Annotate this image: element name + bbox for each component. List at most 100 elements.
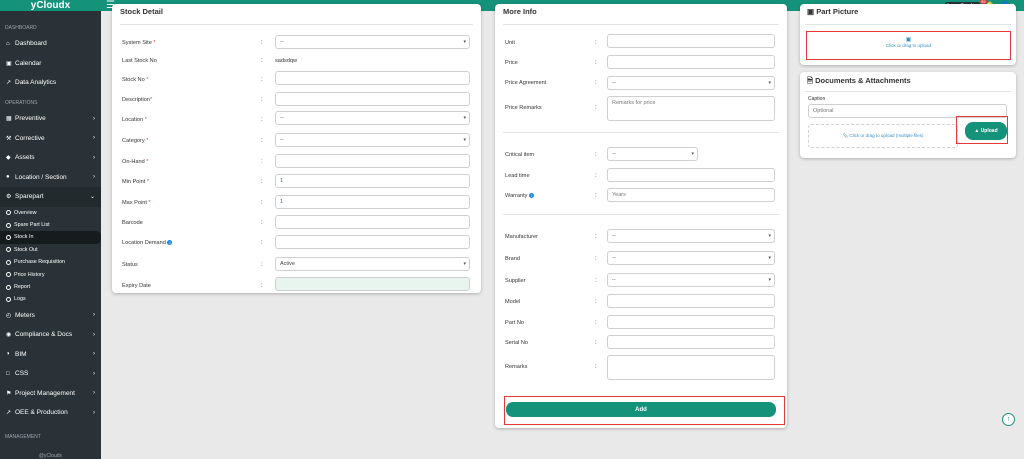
sidebar-item-corrective[interactable]: ⚒ Corrective › <box>0 129 101 149</box>
stock-no-input[interactable] <box>275 71 470 85</box>
sidebar-item-project-management[interactable]: ⚑ Project Management › <box>0 384 101 404</box>
sidebar-item-data-analytics[interactable]: ↗ Data Analytics <box>0 73 101 93</box>
chevron-right-icon: › <box>93 135 95 142</box>
category-select[interactable]: -- <box>275 133 470 147</box>
price-agreement-label: Price Agreement <box>505 80 547 86</box>
lead-time-label: Lead time <box>505 173 530 179</box>
sidebar-sub-report[interactable]: Report <box>0 281 101 293</box>
part-no-label: Part No <box>505 320 524 326</box>
brand-label: Brand <box>505 256 520 262</box>
description-label: Description* <box>122 97 153 103</box>
brand-logo[interactable]: yCloudx <box>0 0 101 11</box>
manufacturer-label: Manufacturer <box>505 234 538 240</box>
status-select[interactable]: Active <box>275 257 470 271</box>
sidebar-item-preventive[interactable]: ▦ Preventive › <box>0 109 101 129</box>
sidebar-sub-spare-part-list[interactable]: Spare Part List <box>0 219 101 231</box>
sidebar-item-dashboard[interactable]: ⌂ Dashboard <box>0 34 101 54</box>
sidebar-sub-price-history[interactable]: Price History <box>0 268 101 280</box>
cube-icon: ◑ <box>6 351 10 358</box>
scroll-to-top-icon[interactable]: ↑ <box>1002 413 1015 426</box>
documents-title: 🗎 Documents & Attachments <box>807 76 911 85</box>
sidebar-sub-logs[interactable]: Logs <box>0 293 101 305</box>
sidebar-item-location[interactable]: ● Location / Section › <box>0 168 101 188</box>
chevron-right-icon: › <box>93 154 95 161</box>
circle-icon <box>6 234 11 240</box>
serial-no-input[interactable] <box>607 335 775 349</box>
supplier-label: Supplier <box>505 278 526 284</box>
sidebar-item-oee[interactable]: ↗ OEE & Production › <box>0 403 101 423</box>
remarks-textarea[interactable] <box>607 355 775 380</box>
section-operations: OPERATIONS <box>5 100 38 106</box>
price-input[interactable] <box>607 55 775 69</box>
add-button[interactable]: Add <box>506 402 776 417</box>
max-point-input[interactable]: 1 <box>275 195 470 209</box>
camera-icon: ▣ <box>807 7 815 16</box>
chevron-right-icon: › <box>93 370 95 377</box>
circle-icon <box>6 272 11 278</box>
sidebar-item-meters[interactable]: ◴ Meters › <box>0 306 101 326</box>
sidebar-sub-stock-out[interactable]: Stock Out <box>0 244 101 256</box>
part-picture-title: ▣ Part Picture <box>807 7 859 16</box>
upload-icon: ▲ <box>974 128 980 134</box>
warranty-input[interactable]: Years <box>607 188 775 202</box>
min-point-input[interactable]: 1 <box>275 174 470 188</box>
expiry-date-label: Expiry Date <box>122 283 151 289</box>
critical-item-select[interactable]: -- <box>607 147 698 161</box>
documents-dropzone[interactable]: 📎 Click or drag to upload (multiple file… <box>808 124 958 148</box>
sidebar-item-sparepart[interactable]: ⚙ Sparepart ⌄ <box>0 187 101 207</box>
wrench-icon: ⚒ <box>6 135 12 142</box>
sidebar-item-calendar[interactable]: ▣ Calendar <box>0 54 101 74</box>
price-remarks-textarea[interactable]: Remarks for price <box>607 96 775 121</box>
unit-input[interactable] <box>607 34 775 48</box>
sidebar-item-css[interactable]: □ CSS › <box>0 364 101 384</box>
divider <box>503 214 779 215</box>
part-no-input[interactable] <box>607 315 775 329</box>
chevron-right-icon: › <box>93 390 95 397</box>
chevron-right-icon: › <box>93 351 95 358</box>
brand-select[interactable]: -- <box>607 251 775 265</box>
calendar-check-icon: ▦ <box>6 116 12 123</box>
max-point-label: Max Point * <box>122 200 151 206</box>
location-demand-input[interactable] <box>275 235 470 249</box>
sidebar-sub-purchase-requisition[interactable]: Purchase Requisition <box>0 256 101 268</box>
section-management: MANAGEMENT <box>5 434 41 440</box>
description-input[interactable] <box>275 92 470 106</box>
part-picture-dropzone[interactable]: ▣ Click or drag to upload <box>809 34 1008 57</box>
window-icon: □ <box>6 370 10 377</box>
circle-icon <box>6 284 11 290</box>
model-input[interactable] <box>607 294 775 308</box>
chevron-right-icon: › <box>93 115 95 122</box>
supplier-select[interactable]: -- <box>607 273 775 287</box>
documents-card: 🗎 Documents & Attachments Caption Option… <box>800 72 1016 158</box>
circle-icon <box>6 296 11 302</box>
more-info-title: More Info <box>503 7 537 16</box>
more-info-card: More Info Unit : Price : Price Agreement… <box>495 4 787 428</box>
calendar-icon: ▣ <box>6 60 12 67</box>
chevron-right-icon: › <box>93 409 95 416</box>
document-icon: 🗎 <box>807 76 814 85</box>
sidebar-item-compliance[interactable]: ◉ Compliance & Docs › <box>0 325 101 345</box>
info-icon[interactable]: i <box>167 240 173 246</box>
shield-icon: ◉ <box>6 332 12 339</box>
expiry-date-input[interactable] <box>275 277 470 291</box>
sidebar-sub-overview[interactable]: Overview <box>0 207 101 219</box>
min-point-label: Min Point * <box>122 179 150 185</box>
tools-icon: ⚙ <box>6 194 12 201</box>
home-icon: ⌂ <box>6 40 10 47</box>
manufacturer-select[interactable]: -- <box>607 229 775 243</box>
caption-label: Caption <box>808 96 826 102</box>
location-select[interactable]: -- <box>275 111 470 125</box>
on-hand-label: On-Hand * <box>122 159 149 165</box>
barcode-input[interactable] <box>275 215 470 229</box>
sidebar-item-bim[interactable]: ◑ BIM › <box>0 345 101 365</box>
lead-time-input[interactable] <box>607 168 775 182</box>
system-site-select[interactable]: -- <box>275 35 470 49</box>
price-agreement-select[interactable]: -- <box>607 76 775 90</box>
last-stock-no-value: sadsdqw <box>275 58 298 64</box>
price-label: Price <box>505 60 518 66</box>
sidebar-item-assets[interactable]: ◆ Assets › <box>0 148 101 168</box>
upload-button[interactable]: ▲ Upload <box>965 122 1007 140</box>
sidebar-sub-stock-in[interactable]: Stock In <box>0 231 101 244</box>
on-hand-input[interactable] <box>275 154 470 168</box>
info-icon[interactable]: i <box>529 193 535 199</box>
